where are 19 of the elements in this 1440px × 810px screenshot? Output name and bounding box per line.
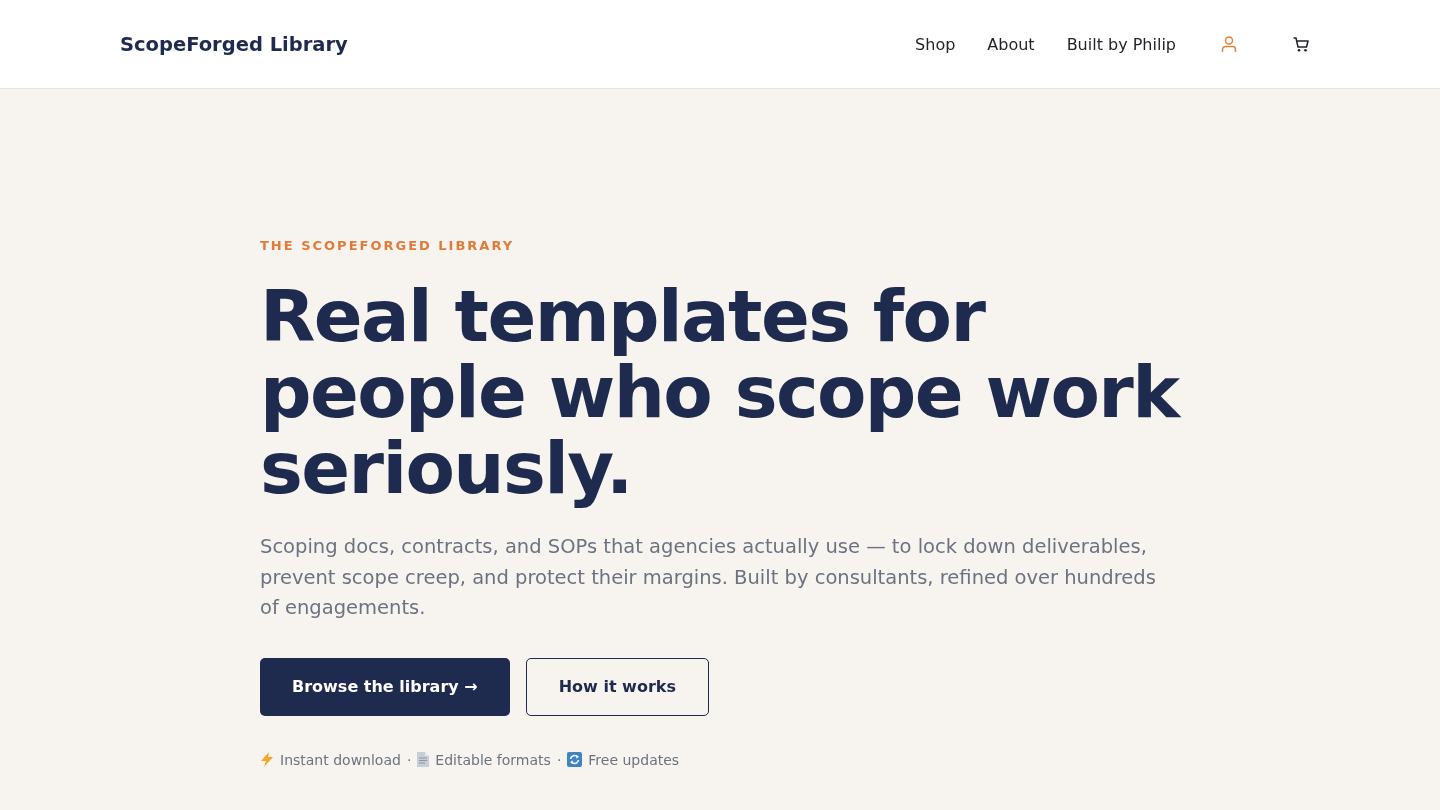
lightning-icon: [260, 752, 274, 767]
site-logo[interactable]: ScopeForged Library: [120, 32, 348, 56]
feature-text: Free updates: [588, 751, 680, 768]
separator: ·: [556, 751, 562, 768]
nav-link[interactable]: Built by Philip: [1066, 34, 1176, 54]
nav-link[interactable]: About: [987, 34, 1035, 54]
hero-description: Scoping docs, contracts, and SOPs that agencies actually use — to lock down deliverables, prevent scope creep, and protect their margins. Built by consultants, refined over hundreds of engagements.: [260, 534, 1157, 621]
document-icon: [417, 752, 430, 767]
secondary-button[interactable]: How it works: [525, 657, 709, 716]
refresh-icon: [567, 752, 583, 767]
hero-heading: Real templates for people who scope work seriously.: [260, 274, 1182, 512]
separator: ·: [406, 751, 412, 768]
feature-text: Editable formats: [435, 751, 551, 768]
user-icon[interactable]: [1221, 36, 1237, 52]
nav-link[interactable]: Shop: [915, 34, 956, 54]
eyebrow-label: THE SCOPEFORGED LIBRARY: [260, 238, 515, 253]
cart-icon[interactable]: [1293, 36, 1309, 52]
primary-button[interactable]: Browse the library →: [260, 657, 510, 716]
feature-text: Instant download: [280, 751, 401, 768]
